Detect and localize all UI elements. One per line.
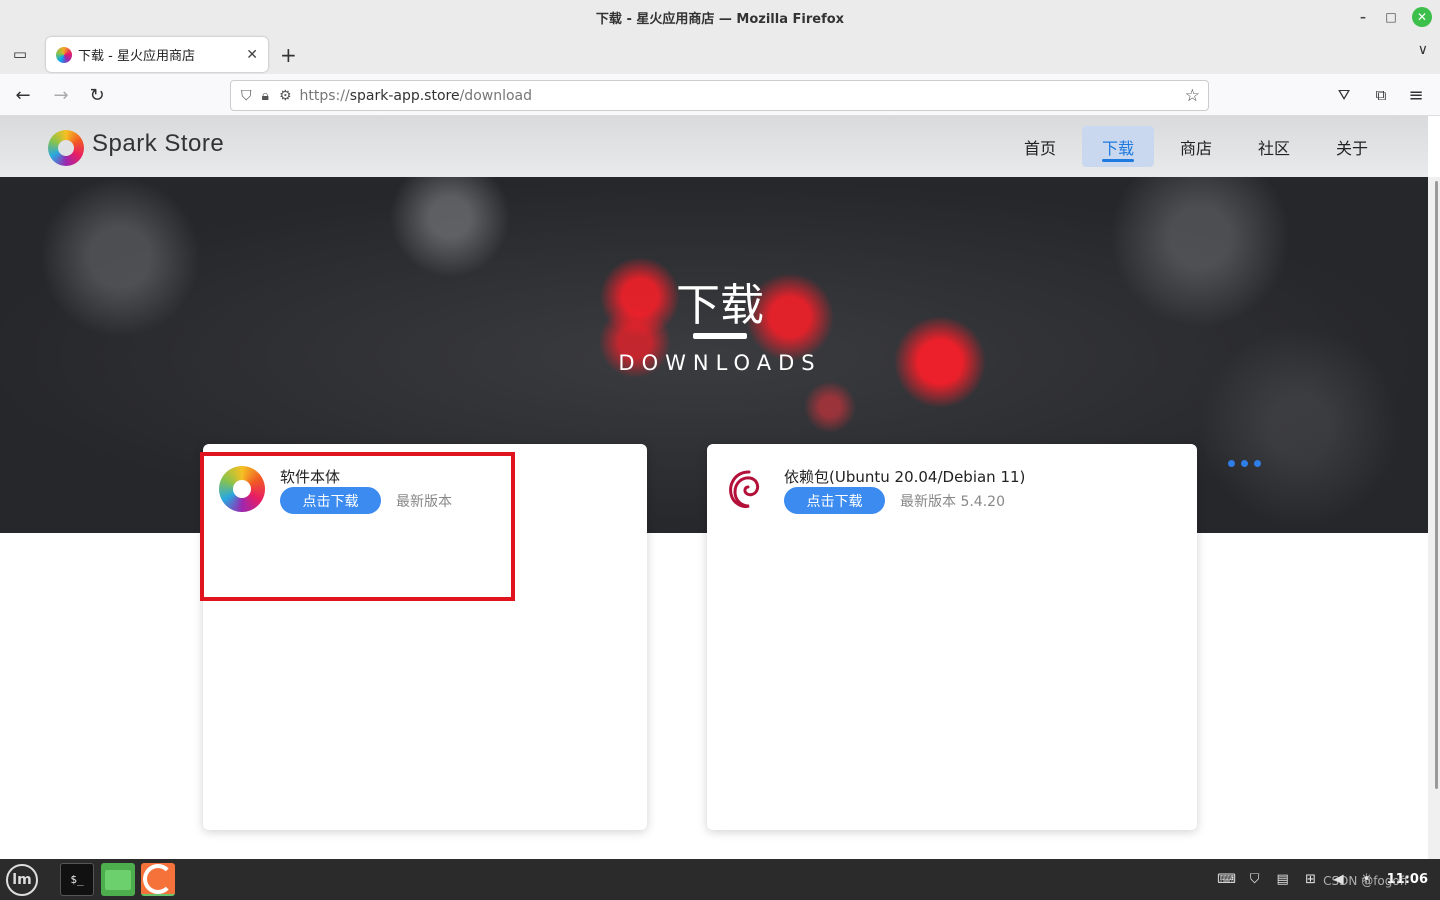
main-nav: 首页 下载 商店 社区 关于 xyxy=(1004,126,1388,167)
shield-icon[interactable]: ⛉ xyxy=(241,88,252,104)
tab-download[interactable]: 下载 - 星火应用商店 ✕ xyxy=(46,37,268,72)
menu-icon[interactable]: ≡ xyxy=(1405,84,1427,106)
network-icon[interactable]: ⊞ xyxy=(1303,871,1319,887)
nav-home[interactable]: 首页 xyxy=(1004,126,1076,167)
spark-favicon-icon xyxy=(56,46,72,63)
new-tab-icon[interactable]: + xyxy=(280,43,297,67)
site-brand[interactable]: Spark Store xyxy=(92,130,224,158)
watermark: CSDN @fogoff xyxy=(1323,874,1408,888)
site-header: Spark Store 首页 下载 商店 社区 关于 xyxy=(0,116,1428,177)
taskbar: lm $_ ⌨ ⛉ ▤ ⊞ ◀ ☀ 11:06 CSDN @fogoff xyxy=(0,859,1440,900)
url-path: /download xyxy=(459,87,533,104)
reload-icon[interactable]: ↻ xyxy=(86,84,108,106)
card-title: 依赖包(Ubuntu 20.04/Debian 11) xyxy=(784,468,1026,486)
window-titlebar: 下载 - 星火应用商店 — Mozilla Firefox – □ ✕ xyxy=(0,0,1440,34)
pocket-icon[interactable]: ⛛ xyxy=(1333,84,1355,106)
dot[interactable] xyxy=(1241,460,1248,467)
spark-logo-icon[interactable] xyxy=(48,130,84,166)
maximize-icon[interactable]: □ xyxy=(1384,10,1398,24)
download-card-deps: 依赖包(Ubuntu 20.04/Debian 11) 点击下载 最新版本 5.… xyxy=(707,444,1197,830)
terminal-icon[interactable]: $_ xyxy=(60,863,94,896)
url-text[interactable]: https://spark-app.store/download xyxy=(300,88,533,104)
hero-subtitle: DOWNLOADS xyxy=(618,351,822,375)
tab-close-icon[interactable]: ✕ xyxy=(246,47,258,63)
hero-divider xyxy=(693,333,747,339)
nav-download[interactable]: 下载 xyxy=(1082,126,1154,167)
keyboard-icon[interactable]: ⌨ xyxy=(1217,871,1236,887)
dot[interactable] xyxy=(1228,460,1235,467)
clipboard-icon[interactable]: ▤ xyxy=(1275,871,1291,887)
permissions-icon[interactable]: ⚙ xyxy=(279,88,292,104)
tab-label: 下载 - 星火应用商店 xyxy=(78,49,195,64)
vertical-scrollbar[interactable] xyxy=(1428,177,1440,859)
update-shield-icon[interactable]: ⛉ xyxy=(1247,871,1263,887)
nav-about[interactable]: 关于 xyxy=(1316,126,1388,167)
debian-swirl-icon xyxy=(729,470,760,508)
firefox-icon[interactable] xyxy=(141,863,175,896)
carousel-dots[interactable] xyxy=(1228,460,1261,467)
back-icon[interactable]: ← xyxy=(12,84,34,106)
forward-icon[interactable]: → xyxy=(50,84,72,106)
window-controls: – □ ✕ xyxy=(1356,7,1432,27)
nav-store[interactable]: 商店 xyxy=(1160,126,1232,167)
minimize-icon[interactable]: – xyxy=(1356,10,1370,24)
tab-strip: ▭ 下载 - 星火应用商店 ✕ + ∨ xyxy=(0,34,1440,74)
highlight-annotation-box xyxy=(200,452,515,601)
nav-community[interactable]: 社区 xyxy=(1238,126,1310,167)
version-label: 最新版本 5.4.20 xyxy=(900,494,1005,510)
firefox-view-icon[interactable]: ▭ xyxy=(10,44,30,64)
close-icon[interactable]: ✕ xyxy=(1412,7,1432,27)
lock-icon[interactable]: 🔒︎ xyxy=(262,88,269,104)
bookmark-star-icon[interactable]: ☆ xyxy=(1185,86,1200,106)
scroll-thumb[interactable] xyxy=(1435,181,1438,789)
dot[interactable] xyxy=(1254,460,1261,467)
files-icon[interactable] xyxy=(101,863,135,896)
chevron-down-icon[interactable]: ∨ xyxy=(1418,42,1428,58)
download-button[interactable]: 点击下载 xyxy=(784,487,885,514)
navigation-toolbar: ← → ↻ ⛉ 🔒︎ ⚙ https://spark-app.store/dow… xyxy=(0,74,1440,116)
url-scheme: https:// xyxy=(299,87,350,104)
url-host: spark-app.store xyxy=(349,87,460,104)
mint-menu-icon[interactable]: lm xyxy=(6,864,38,896)
hero-title: 下载 xyxy=(676,280,764,331)
extensions-icon[interactable]: ⧉ xyxy=(1370,84,1392,106)
url-bar[interactable]: ⛉ 🔒︎ ⚙ https://spark-app.store/download … xyxy=(230,80,1209,111)
window-title: 下载 - 星火应用商店 — Mozilla Firefox xyxy=(595,11,845,27)
